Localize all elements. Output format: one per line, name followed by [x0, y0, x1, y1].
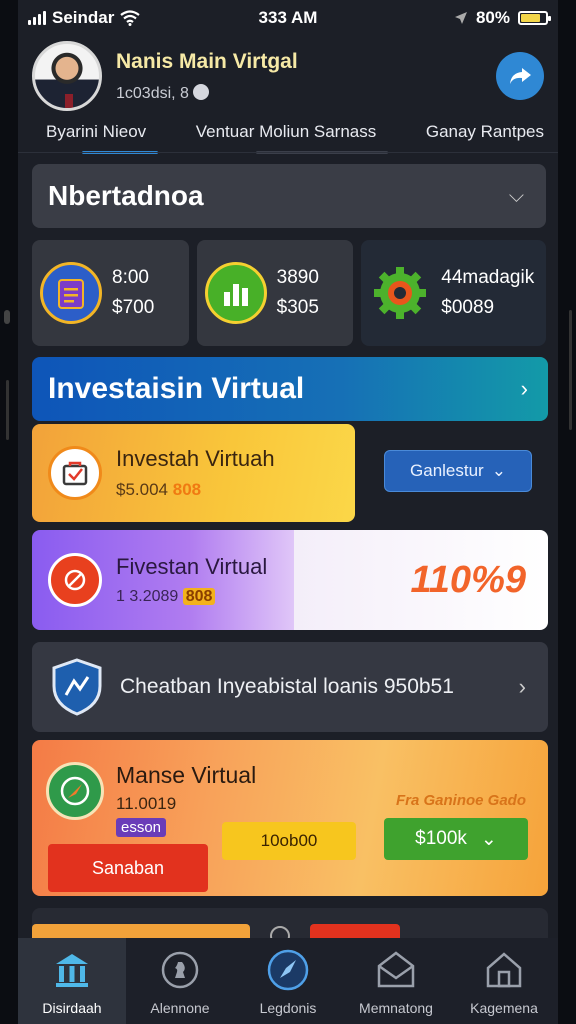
return-percent: 110%9	[410, 558, 526, 601]
investment-card-2[interactable]: Fivestan Virtual 1 3.2089 808 110%9	[32, 530, 548, 630]
percent-icon	[48, 553, 102, 607]
status-bar: Seindar 333 AM 80%	[18, 0, 558, 36]
home-icon	[482, 948, 526, 992]
profile-subtitle: 1c03dsi, 8	[116, 83, 298, 103]
yellow-amount-button[interactable]: 10ob00	[222, 822, 356, 860]
stat-value-secondary: $305	[276, 297, 319, 318]
promo-text: Fra Ganinoe Gado	[395, 792, 526, 809]
nav-item-1[interactable]: Alennone	[126, 938, 234, 1024]
rocket-icon	[266, 948, 310, 992]
chevron-right-icon: ›	[520, 376, 528, 401]
clock: 333 AM	[258, 8, 318, 27]
chevron-down-icon: ⌄	[491, 461, 506, 480]
card-value: 11.0019	[116, 794, 177, 813]
stats-row: 8:00 $700 3890 $305 44madagik $0089	[32, 240, 546, 346]
select-dropdown-button[interactable]: Ganlestur ⌄	[384, 450, 532, 492]
bank-icon	[50, 948, 94, 992]
red-action-button[interactable]: Sanaban	[48, 844, 208, 892]
side-notch	[4, 310, 10, 324]
nav-item-4[interactable]: Kagemena	[450, 938, 558, 1024]
location-icon	[454, 12, 467, 24]
bar-chart-icon	[204, 262, 267, 324]
card-value: $5.004 808	[116, 480, 202, 499]
card-title: Manse Virtual	[116, 762, 257, 788]
verified-icon	[192, 83, 209, 100]
tab-bar: Byarini Nieov Ventuar Moliun Sarnass Gan…	[18, 118, 558, 154]
battery-percent: 80%	[475, 8, 510, 27]
wifi-icon	[120, 10, 141, 26]
status-badge: esson	[116, 818, 167, 837]
share-icon	[510, 68, 531, 84]
investment-banner[interactable]: Investaisin Virtual ›	[32, 357, 548, 421]
card-title: Fivestan Virtual	[116, 554, 268, 579]
chevron-right-icon: ›	[518, 674, 526, 699]
dropdown-label: Nbertadnoa	[48, 180, 204, 211]
bottom-navigation: Disirdaah Alennone Legdonis Memnatong Ka…	[18, 938, 558, 1024]
volume-button	[6, 380, 9, 440]
mail-icon	[374, 948, 418, 992]
security-row[interactable]: Cheatban Inyeabistal loanis 950b51 ›	[32, 642, 548, 732]
banner-title: Investaisin Virtual	[48, 372, 305, 405]
tab-2[interactable]: Ganay Rantpes	[426, 118, 544, 154]
chess-icon	[158, 948, 202, 992]
stat-card-1[interactable]: 3890 $305	[196, 240, 354, 346]
stat-value-primary: 3890	[276, 267, 319, 288]
profile-header: Nanis Main Virtgal 1c03dsi, 8	[32, 40, 544, 112]
signal-icon	[28, 11, 46, 25]
power-button	[569, 310, 572, 430]
security-text: Cheatban Inyeabistal loanis 950b51	[120, 675, 454, 698]
nav-item-0[interactable]: Disirdaah	[18, 938, 126, 1024]
profile-name: Nanis Main Virtgal	[116, 49, 298, 73]
stat-value-secondary: $700	[112, 297, 155, 318]
stat-value-primary: 44madagik	[441, 267, 535, 288]
shield-icon	[52, 658, 102, 716]
chevron-down-icon: ⌵	[508, 184, 524, 207]
compass-icon	[46, 762, 104, 820]
bag-icon	[48, 446, 102, 500]
battery-icon	[518, 11, 551, 25]
nav-item-3[interactable]: Memnatong	[342, 938, 450, 1024]
share-button[interactable]	[496, 52, 544, 100]
stat-value-secondary: $0089	[441, 297, 495, 318]
app-screen: Seindar 333 AM 80% Nanis Main Virtgal 1c…	[18, 0, 558, 1024]
nav-item-2[interactable]: Legdonis	[234, 938, 342, 1024]
category-dropdown[interactable]: Nbertadnoa ⌵	[32, 164, 546, 228]
chevron-down-icon: ⌄	[480, 828, 497, 850]
carrier-name: Seindar	[52, 8, 115, 27]
tab-1[interactable]: Ventuar Moliun Sarnass	[196, 118, 388, 154]
clipboard-icon	[40, 262, 102, 324]
gear-icon	[369, 262, 431, 324]
tab-0[interactable]: Byarini Nieov	[46, 118, 158, 154]
card-value: 1 3.2089 808	[116, 588, 267, 606]
stat-card-0[interactable]: 8:00 $700	[32, 240, 189, 346]
divider	[18, 152, 558, 153]
card-title: Investah Virtuah	[116, 446, 275, 471]
investment-card-3[interactable]: Manse Virtual 11.0019 esson Fra Ganinoe …	[32, 740, 548, 896]
investment-card-1[interactable]: Investah Virtuah $5.004 808	[32, 424, 355, 522]
avatar[interactable]	[32, 41, 102, 111]
stat-value-primary: 8:00	[112, 267, 149, 288]
green-amount-button[interactable]: $100k ⌄	[384, 818, 528, 860]
stat-card-2[interactable]: 44madagik $0089	[361, 240, 546, 346]
